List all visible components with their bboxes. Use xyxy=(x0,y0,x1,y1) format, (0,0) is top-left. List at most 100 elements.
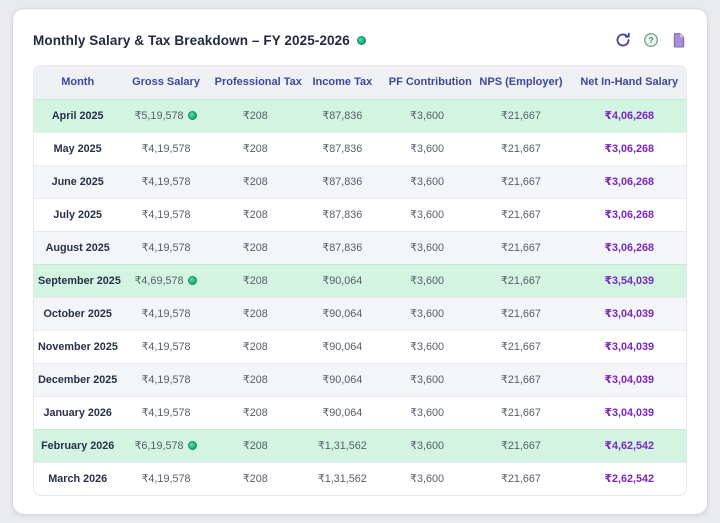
table-row[interactable]: July 2025 ₹4,19,578 ₹208 ₹87,836 ₹3,600 … xyxy=(34,198,686,231)
gross-salary-cell: ₹4,19,578 xyxy=(121,297,210,330)
gross-salary-value: ₹4,19,578 xyxy=(142,209,191,221)
net-in-hand-cell: ₹3,06,268 xyxy=(573,132,687,165)
status-dot-icon[interactable] xyxy=(357,36,366,45)
increment-badge-icon[interactable] xyxy=(188,441,197,450)
income-tax-cell: ₹87,836 xyxy=(300,165,385,198)
professional-tax-cell: ₹208 xyxy=(211,132,300,165)
pf-contribution-cell: ₹3,600 xyxy=(385,396,470,429)
increment-badge-icon[interactable] xyxy=(188,111,197,120)
nps-employer-cell: ₹21,667 xyxy=(469,165,572,198)
gross-salary-cell: ₹4,19,578 xyxy=(121,462,210,495)
gross-salary-value: ₹4,19,578 xyxy=(142,143,191,155)
gross-salary-cell: ₹4,19,578 xyxy=(121,330,210,363)
nps-employer-cell: ₹21,667 xyxy=(469,264,572,297)
help-button[interactable]: ? xyxy=(642,32,659,49)
column-header-month: Month xyxy=(34,66,121,99)
gross-salary-cell: ₹4,19,578 xyxy=(121,165,210,198)
month-cell: March 2026 xyxy=(34,462,121,495)
table-row[interactable]: October 2025 ₹4,19,578 ₹208 ₹90,064 ₹3,6… xyxy=(34,297,686,330)
table-row[interactable]: February 2026 ₹6,19,578 ₹208 ₹1,31,562 ₹… xyxy=(34,429,686,462)
income-tax-cell: ₹1,31,562 xyxy=(300,429,385,462)
income-tax-cell: ₹87,836 xyxy=(300,132,385,165)
column-header-gross-salary: Gross Salary xyxy=(121,66,210,99)
page-title: Monthly Salary & Tax Breakdown – FY 2025… xyxy=(33,33,350,48)
nps-employer-cell: ₹21,667 xyxy=(469,330,572,363)
gross-salary-cell: ₹4,19,578 xyxy=(121,231,210,264)
gross-salary-value: ₹4,19,578 xyxy=(142,374,191,386)
table-row[interactable]: March 2026 ₹4,19,578 ₹208 ₹1,31,562 ₹3,6… xyxy=(34,462,686,495)
month-cell: September 2025 xyxy=(34,264,121,297)
refresh-button[interactable] xyxy=(614,32,631,49)
pf-contribution-cell: ₹3,600 xyxy=(385,99,470,132)
column-header-pf-contribution: PF Contribution xyxy=(385,66,470,99)
month-cell: April 2025 xyxy=(34,99,121,132)
column-header-net-in-hand: Net In-Hand Salary xyxy=(573,66,687,99)
professional-tax-cell: ₹208 xyxy=(211,231,300,264)
table-row[interactable]: May 2025 ₹4,19,578 ₹208 ₹87,836 ₹3,600 ₹… xyxy=(34,132,686,165)
professional-tax-cell: ₹208 xyxy=(211,396,300,429)
export-document-button[interactable] xyxy=(670,32,687,49)
document-icon xyxy=(671,32,687,48)
month-cell: December 2025 xyxy=(34,363,121,396)
professional-tax-cell: ₹208 xyxy=(211,165,300,198)
professional-tax-cell: ₹208 xyxy=(211,99,300,132)
professional-tax-cell: ₹208 xyxy=(211,363,300,396)
gross-salary-cell: ₹4,69,578 xyxy=(121,264,210,297)
net-in-hand-cell: ₹3,54,039 xyxy=(573,264,687,297)
table-row[interactable]: January 2026 ₹4,19,578 ₹208 ₹90,064 ₹3,6… xyxy=(34,396,686,429)
month-cell: January 2026 xyxy=(34,396,121,429)
table-row[interactable]: April 2025 ₹5,19,578 ₹208 ₹87,836 ₹3,600… xyxy=(34,99,686,132)
nps-employer-cell: ₹21,667 xyxy=(469,462,572,495)
nps-employer-cell: ₹21,667 xyxy=(469,396,572,429)
gross-salary-value: ₹4,19,578 xyxy=(142,308,191,320)
increment-badge-icon[interactable] xyxy=(188,276,197,285)
month-cell: November 2025 xyxy=(34,330,121,363)
salary-table: Month Gross Salary Professional Tax Inco… xyxy=(34,66,686,495)
salary-table-wrap: Month Gross Salary Professional Tax Inco… xyxy=(33,65,687,496)
gross-salary-cell: ₹4,19,578 xyxy=(121,132,210,165)
refresh-icon xyxy=(615,32,631,48)
column-header-professional-tax: Professional Tax xyxy=(211,66,300,99)
gross-salary-value: ₹5,19,578 xyxy=(135,110,184,122)
net-in-hand-cell: ₹2,62,542 xyxy=(573,462,687,495)
gross-salary-cell: ₹4,19,578 xyxy=(121,363,210,396)
income-tax-cell: ₹87,836 xyxy=(300,99,385,132)
gross-salary-value: ₹4,19,578 xyxy=(142,341,191,353)
pf-contribution-cell: ₹3,600 xyxy=(385,231,470,264)
income-tax-cell: ₹1,31,562 xyxy=(300,462,385,495)
pf-contribution-cell: ₹3,600 xyxy=(385,462,470,495)
net-in-hand-cell: ₹3,04,039 xyxy=(573,297,687,330)
table-row[interactable]: November 2025 ₹4,19,578 ₹208 ₹90,064 ₹3,… xyxy=(34,330,686,363)
income-tax-cell: ₹87,836 xyxy=(300,231,385,264)
table-body: April 2025 ₹5,19,578 ₹208 ₹87,836 ₹3,600… xyxy=(34,99,686,495)
card-header: Monthly Salary & Tax Breakdown – FY 2025… xyxy=(33,27,687,53)
month-cell: August 2025 xyxy=(34,231,121,264)
pf-contribution-cell: ₹3,600 xyxy=(385,297,470,330)
table-row[interactable]: December 2025 ₹4,19,578 ₹208 ₹90,064 ₹3,… xyxy=(34,363,686,396)
table-row[interactable]: June 2025 ₹4,19,578 ₹208 ₹87,836 ₹3,600 … xyxy=(34,165,686,198)
pf-contribution-cell: ₹3,600 xyxy=(385,264,470,297)
pf-contribution-cell: ₹3,600 xyxy=(385,330,470,363)
nps-employer-cell: ₹21,667 xyxy=(469,297,572,330)
gross-salary-value: ₹6,19,578 xyxy=(135,440,184,452)
gross-salary-value: ₹4,19,578 xyxy=(142,473,191,485)
income-tax-cell: ₹90,064 xyxy=(300,363,385,396)
gross-salary-cell: ₹4,19,578 xyxy=(121,396,210,429)
nps-employer-cell: ₹21,667 xyxy=(469,363,572,396)
net-in-hand-cell: ₹3,06,268 xyxy=(573,198,687,231)
gross-salary-value: ₹4,69,578 xyxy=(135,275,184,287)
column-header-nps-employer: NPS (Employer) xyxy=(469,66,572,99)
table-row[interactable]: August 2025 ₹4,19,578 ₹208 ₹87,836 ₹3,60… xyxy=(34,231,686,264)
month-cell: February 2026 xyxy=(34,429,121,462)
column-header-income-tax: Income Tax xyxy=(300,66,385,99)
gross-salary-value: ₹4,19,578 xyxy=(142,176,191,188)
title-wrap: Monthly Salary & Tax Breakdown – FY 2025… xyxy=(33,33,366,48)
net-in-hand-cell: ₹3,04,039 xyxy=(573,396,687,429)
nps-employer-cell: ₹21,667 xyxy=(469,198,572,231)
income-tax-cell: ₹90,064 xyxy=(300,330,385,363)
toolbar: ? xyxy=(614,32,687,49)
pf-contribution-cell: ₹3,600 xyxy=(385,429,470,462)
month-cell: May 2025 xyxy=(34,132,121,165)
gross-salary-value: ₹4,19,578 xyxy=(142,242,191,254)
table-row[interactable]: September 2025 ₹4,69,578 ₹208 ₹90,064 ₹3… xyxy=(34,264,686,297)
